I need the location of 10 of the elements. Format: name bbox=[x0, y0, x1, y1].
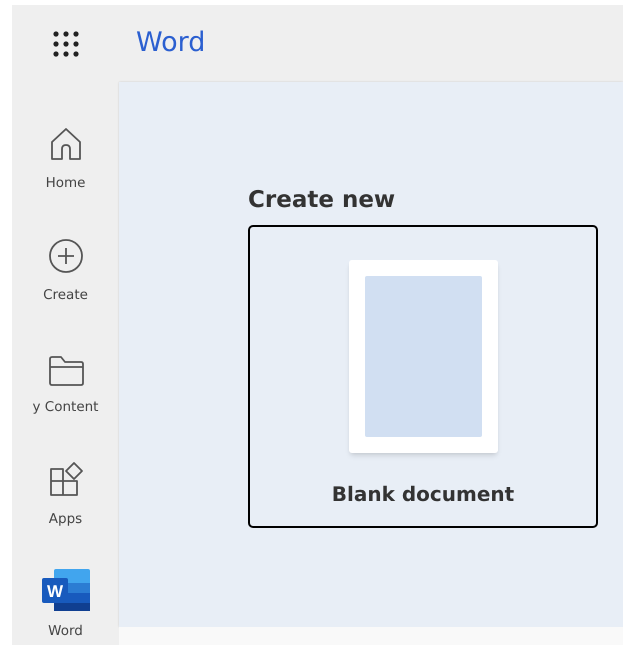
folder-icon bbox=[46, 354, 84, 387]
template-card[interactable]: Blank document bbox=[248, 225, 598, 528]
sidebar-item[interactable]: y Content bbox=[12, 324, 119, 417]
sidebar-item[interactable]: Home bbox=[12, 100, 119, 193]
sidebar-item[interactable]: Apps bbox=[12, 436, 119, 529]
section-heading: Create new bbox=[248, 186, 396, 215]
app-title: Word bbox=[136, 26, 206, 60]
sidebar-item[interactable]: Create bbox=[12, 212, 119, 305]
sidebar-item[interactable]: W Word bbox=[12, 548, 119, 641]
add-circle-icon bbox=[46, 236, 84, 275]
